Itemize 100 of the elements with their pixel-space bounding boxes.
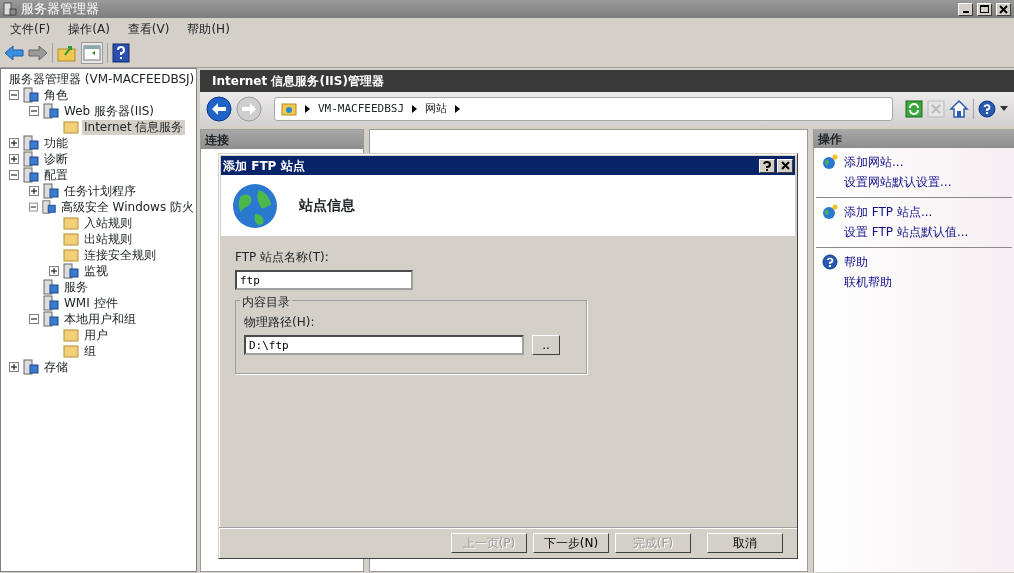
breadcrumb-item[interactable]: VM-MACFEEDBSJ [318,100,405,118]
maximize-icon [980,4,989,14]
menu-item[interactable]: 帮助(H) [187,19,230,38]
expand-icon[interactable] [29,185,40,197]
action-link[interactable]: 帮助 [844,253,868,271]
dropdown-caret-icon[interactable] [1000,106,1008,112]
menu-item[interactable]: 文件(F) [10,19,51,38]
node-icon [23,167,39,183]
window-title: 服务器管理器 [21,0,99,19]
tree-item[interactable]: Internet 信息服务 [82,119,186,135]
node-icon [43,103,59,119]
action-link[interactable]: 设置 FTP 站点默认值... [844,223,969,241]
wizard-button[interactable]: 下一步(N) [533,533,609,553]
panel-header: 操作 [814,129,1014,148]
minimize-button[interactable] [958,2,973,16]
tree-item[interactable]: 组 [82,343,98,359]
node-icon [23,135,39,151]
refresh-icon[interactable] [905,100,923,118]
separator-arrow-icon[interactable] [455,105,461,113]
help-button[interactable] [759,158,775,173]
close-icon [780,161,790,170]
menu-item[interactable]: 操作(A) [68,19,110,38]
close-icon [999,4,1008,14]
tree-item[interactable]: 连接安全规则 [82,247,158,263]
back-button-icon[interactable] [206,96,232,122]
tree-item[interactable]: 本地用户和组 [62,311,138,327]
path-field[interactable]: D:\ftp [244,335,524,355]
collapse-icon[interactable] [29,313,40,325]
folder-icon [281,102,297,116]
separator-arrow-icon[interactable] [412,105,418,113]
tree-item[interactable]: 诊断 [42,151,70,167]
panel-title: Internet 信息服务(IIS)管理器 [200,70,1014,92]
expand-icon[interactable] [49,265,60,277]
collapse-icon[interactable] [9,169,20,181]
node-icon [23,87,39,103]
wizard-button[interactable]: 取消 [707,533,783,553]
action-link[interactable]: 添加网站... [844,153,904,171]
collapse-icon[interactable] [9,89,20,101]
address-bar[interactable]: VM-MACFEEDBSJ 网站 [274,97,893,121]
menu-item[interactable]: 查看(V) [127,19,170,38]
globe-icon [822,204,838,220]
node-icon [63,215,79,231]
back-arrow-icon[interactable] [4,44,24,62]
help-icon[interactable] [112,43,130,63]
tree-item[interactable]: 服务器管理器 (VM-MACFEEDBSJ) [7,71,196,87]
server-icon [3,2,17,16]
node-icon [23,151,39,167]
node-icon [41,199,56,215]
help-icon [822,254,838,270]
field-label: 物理路径(H): [244,314,316,331]
group-label: 内容目录 [240,293,292,311]
tree-item[interactable]: 入站规则 [82,215,134,231]
site-name-field[interactable]: ftp [235,270,413,290]
tree-item[interactable]: 监视 [82,263,110,279]
collapse-icon[interactable] [29,105,40,117]
action-link[interactable]: 联机帮助 [844,273,892,291]
tree-item[interactable]: 服务 [62,279,90,295]
node-icon [43,295,59,311]
help-icon[interactable] [978,100,996,118]
collapse-icon[interactable] [29,201,39,213]
node-icon [43,311,59,327]
expand-icon[interactable] [9,361,20,373]
tree-item[interactable]: 出站规则 [82,231,134,247]
tree-item[interactable]: Web 服务器(IIS) [62,103,157,119]
tree-item[interactable]: 高级安全 Windows 防火 [58,199,196,215]
close-button[interactable] [996,2,1011,16]
panel-header: 连接 [201,130,363,149]
maximize-button[interactable] [977,2,992,16]
globe-icon [231,181,279,230]
field-label: FTP 站点名称(T): [235,249,330,266]
minimize-icon [962,11,969,13]
globe-icon [822,154,838,170]
breadcrumb-item[interactable]: 网站 [425,100,448,118]
pane-toggle-icon[interactable] [81,42,103,64]
tree-item[interactable]: WMI 控件 [62,295,120,311]
close-button[interactable] [777,158,793,173]
node-icon [63,119,79,135]
tree-item[interactable]: 用户 [82,327,110,343]
separator-arrow-icon[interactable] [305,105,310,113]
node-icon [63,263,79,279]
browse-button[interactable]: .. [532,335,560,355]
question-mark-icon [763,160,771,171]
tree-item[interactable]: 角色 [42,87,70,103]
home-icon[interactable] [949,99,969,119]
tree-item[interactable]: 任务计划程序 [62,183,138,199]
node-icon [63,343,79,359]
expand-icon[interactable] [9,153,20,165]
action-link[interactable]: 添加 FTP 站点... [844,203,933,221]
action-link[interactable]: 设置网站默认设置... [844,173,952,191]
node-icon [23,359,39,375]
node-icon [43,279,59,295]
tree-item[interactable]: 功能 [42,135,70,151]
page-heading: 站点信息 [299,196,355,215]
node-icon [63,231,79,247]
forward-arrow-icon[interactable] [28,44,48,62]
tree-item[interactable]: 存储 [42,359,70,375]
dialog-title: 添加 FTP 站点 [223,157,305,175]
tree-item[interactable]: 配置 [42,167,70,183]
expand-icon[interactable] [9,137,20,149]
node-icon [43,183,59,199]
